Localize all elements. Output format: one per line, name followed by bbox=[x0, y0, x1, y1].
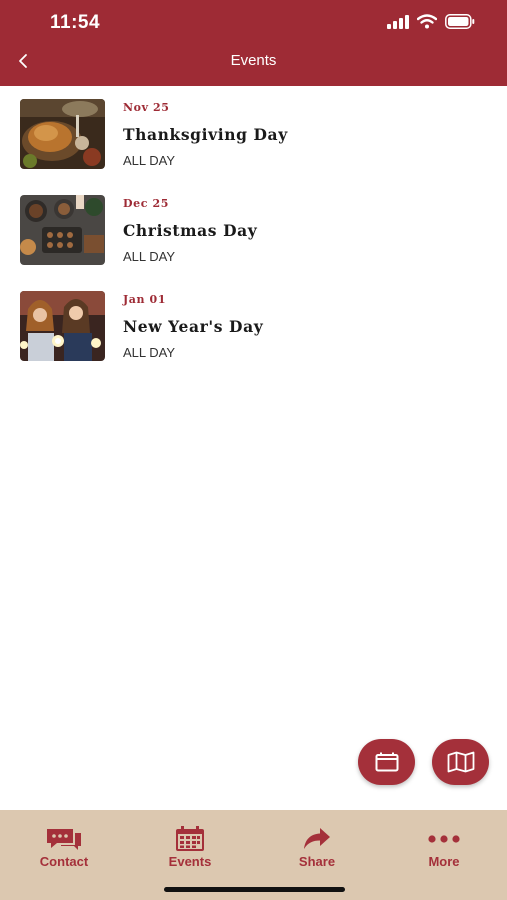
calendar-icon bbox=[375, 752, 398, 772]
event-time: ALL DAY bbox=[123, 345, 176, 360]
event-time: ALL DAY bbox=[123, 249, 176, 264]
event-row[interactable]: Nov 25 Thanksgiving Day ALL DAY bbox=[0, 86, 507, 182]
more-icon bbox=[428, 835, 460, 843]
tab-label: More bbox=[428, 854, 460, 869]
event-title: New Year's Day bbox=[123, 317, 264, 336]
calendar-icon bbox=[176, 826, 204, 851]
event-time: ALL DAY bbox=[123, 153, 176, 168]
tab-events[interactable]: Events bbox=[140, 826, 240, 869]
share-icon bbox=[304, 828, 330, 849]
wifi-icon bbox=[417, 14, 437, 29]
event-row[interactable]: Jan 01 New Year's Day ALL DAY bbox=[0, 278, 507, 374]
event-row[interactable]: Dec 25 Christmas Day ALL DAY bbox=[0, 182, 507, 278]
page-title: Events bbox=[230, 52, 277, 69]
calendar-view-button[interactable] bbox=[358, 739, 415, 785]
signal-icon bbox=[387, 14, 409, 29]
tab-share[interactable]: Share bbox=[267, 826, 367, 869]
christmas-food-photo bbox=[20, 195, 105, 265]
event-title: Christmas Day bbox=[123, 221, 258, 240]
events-list: Nov 25 Thanksgiving Day ALL DAY Dec 25 C… bbox=[0, 86, 507, 374]
event-title: Thanksgiving Day bbox=[123, 125, 288, 144]
chat-icon bbox=[47, 829, 81, 850]
tab-label: Contact bbox=[39, 854, 89, 869]
new-year-sparklers-photo bbox=[20, 291, 105, 361]
header: 11:54 Events bbox=[0, 0, 507, 86]
tab-label: Events bbox=[168, 854, 212, 869]
tab-label: Share bbox=[298, 854, 336, 869]
tab-more[interactable]: More bbox=[394, 826, 494, 869]
home-indicator bbox=[164, 887, 345, 892]
tab-contact[interactable]: Contact bbox=[14, 826, 114, 869]
event-date: Jan 01 bbox=[123, 293, 167, 306]
status-time: 11:54 bbox=[50, 12, 101, 33]
map-view-button[interactable] bbox=[432, 739, 489, 785]
thanksgiving-dinner-photo bbox=[20, 99, 105, 169]
event-date: Dec 25 bbox=[123, 197, 169, 210]
status-icons bbox=[387, 14, 475, 29]
event-date: Nov 25 bbox=[123, 101, 170, 114]
battery-icon bbox=[445, 14, 475, 29]
map-icon bbox=[447, 751, 474, 773]
